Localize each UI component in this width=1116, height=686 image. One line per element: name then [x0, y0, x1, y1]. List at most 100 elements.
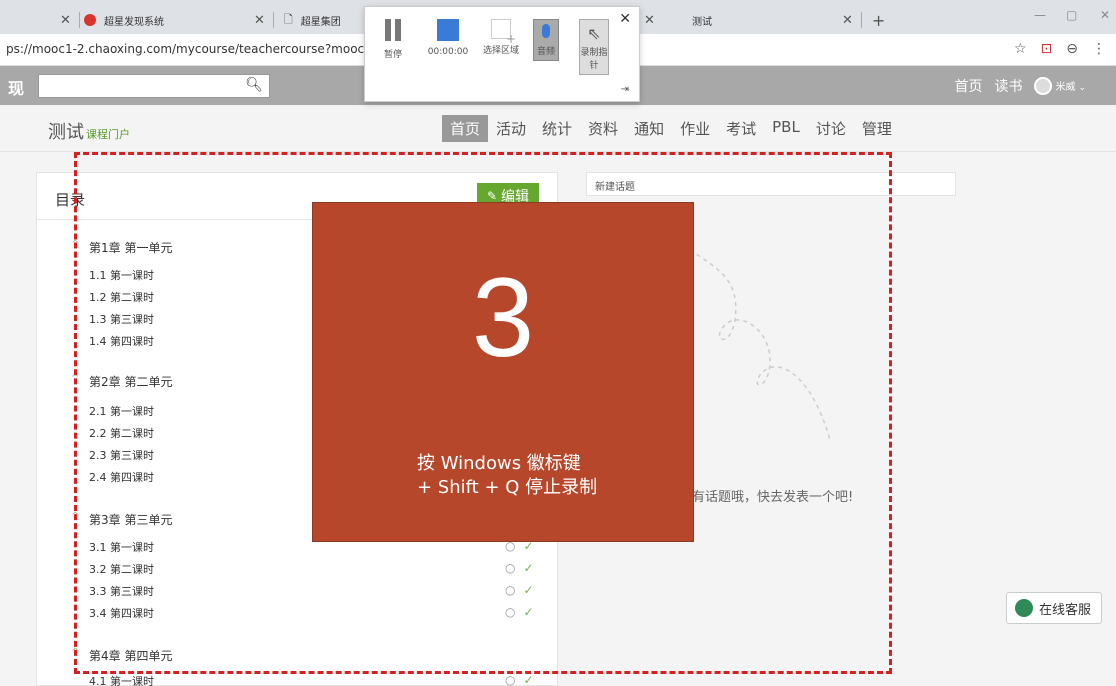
- lesson-2-4[interactable]: 2.4 第四课时: [89, 469, 154, 485]
- screen: ✕ 超星发现系统 ✕ 🗋 超星集团 ✕ 测试 ✕ + — ▢ ✕ ps://mo…: [0, 0, 1116, 686]
- url-text[interactable]: ps://mooc1-2.chaoxing.com/mycourse/teach…: [6, 42, 393, 56]
- tab-test-close[interactable]: ✕ +: [842, 6, 885, 34]
- close-icon[interactable]: ✕: [60, 13, 71, 28]
- chevron-down-icon: ⌄: [1078, 83, 1086, 93]
- chapter-title: 第1章 第一单元: [89, 241, 173, 255]
- region-label: 选择区域: [483, 46, 520, 56]
- stop-hint-line-1: 按 Windows 徽标键: [417, 453, 581, 474]
- pause-button[interactable]: 暂停: [377, 19, 409, 60]
- record-pointer-toggle[interactable]: ⇖ 录制指针: [579, 19, 609, 75]
- nav-reading[interactable]: 读书: [994, 76, 1022, 96]
- avatar: [1034, 77, 1053, 95]
- tab-notices[interactable]: 通知: [626, 115, 672, 142]
- circle-icon: ○: [505, 605, 516, 619]
- course-portal-label: 课程门户: [86, 128, 130, 141]
- course-tabs: 首页 活动 统计 资料 通知 作业 考试 PBL 讨论 管理: [442, 115, 900, 142]
- online-service-button[interactable]: 在线客服: [1006, 592, 1102, 624]
- tab-exams[interactable]: 考试: [718, 115, 764, 142]
- pause-icon: [385, 19, 401, 41]
- stop-button[interactable]: 00:00:00: [423, 19, 473, 57]
- tab-statistics[interactable]: 统计: [534, 115, 580, 142]
- collapse-caret-icon[interactable]: ^: [71, 373, 79, 384]
- extension-icon[interactable]: ⊡: [1041, 41, 1053, 57]
- audio-label: 音频: [536, 47, 555, 57]
- menu-icon[interactable]: ⋮: [1092, 41, 1106, 57]
- nav-home[interactable]: 首页: [954, 76, 982, 96]
- audio-toggle[interactable]: 音频: [533, 19, 559, 61]
- maximize-icon[interactable]: ▢: [1066, 8, 1077, 22]
- bookmark-star-icon[interactable]: ☆: [1014, 41, 1027, 57]
- lesson-3-3[interactable]: 3.3 第三课时: [89, 583, 154, 599]
- countdown-overlay: 3 按 Windows 徽标键 + Shift + Q 停止录制: [312, 202, 694, 542]
- minimize-icon[interactable]: —: [1034, 8, 1046, 22]
- lesson-3-1[interactable]: 3.1 第一课时: [89, 539, 154, 555]
- pointer-label: 录制指针: [580, 48, 608, 71]
- close-icon[interactable]: ✕: [644, 13, 655, 28]
- collapse-caret-icon[interactable]: ^: [71, 511, 79, 522]
- new-topic-input[interactable]: 新建话题: [586, 172, 956, 196]
- lesson-4-1[interactable]: 4.1 第一课时: [89, 673, 154, 686]
- lesson-1-4[interactable]: 1.4 第四课时: [89, 333, 154, 349]
- microphone-icon: [542, 24, 550, 38]
- circle-icon: ○: [505, 583, 516, 597]
- chapter-4[interactable]: ^ 第4章 第四单元: [71, 647, 172, 664]
- countdown-number: 3: [471, 255, 535, 380]
- tab-home[interactable]: 首页: [442, 115, 489, 142]
- recorder-close-icon[interactable]: ✕: [619, 11, 631, 27]
- empty-state-illustration: [689, 249, 831, 441]
- tab-prev[interactable]: ✕: [0, 6, 90, 34]
- pause-label: 暂停: [383, 50, 402, 60]
- user-name: 米威: [1055, 82, 1076, 93]
- collapse-caret-icon[interactable]: ^: [71, 239, 79, 250]
- tab-chaoxing-discovery[interactable]: 超星发现系统: [84, 6, 164, 34]
- lesson-2-3[interactable]: 2.3 第三课时: [89, 447, 154, 463]
- new-tab-icon[interactable]: +: [872, 11, 885, 30]
- tab-chaoxing-group[interactable]: ✕ 🗋 超星集团: [254, 6, 341, 34]
- lesson-3-4[interactable]: 3.4 第四课时: [89, 605, 154, 621]
- close-icon[interactable]: ✕: [254, 13, 265, 28]
- tab-separator: [860, 12, 862, 28]
- lesson-2-1[interactable]: 2.1 第一课时: [89, 403, 154, 419]
- recording-time: 00:00:00: [427, 47, 469, 57]
- tab-homework[interactable]: 作业: [672, 115, 718, 142]
- tab-materials[interactable]: 资料: [580, 115, 626, 142]
- lesson-1-3[interactable]: 1.3 第三课时: [89, 311, 154, 327]
- circle-icon: ○: [505, 673, 516, 686]
- chapter-3[interactable]: ^ 第3章 第三单元: [71, 511, 172, 528]
- empty-topics-message: 有话题哦，快去发表一个吧!: [692, 490, 854, 505]
- lesson-2-2[interactable]: 2.2 第二课时: [89, 425, 154, 441]
- pencil-icon: ✎: [486, 189, 498, 203]
- tab-activity[interactable]: 活动: [488, 115, 534, 142]
- directory-title: 目录: [55, 191, 86, 209]
- screen-recorder-toolbar: 暂停 00:00:00 选择区域 音频 ⇖ 录制指针 ✕ ⇥: [364, 6, 640, 102]
- chapter-1[interactable]: ^ 第1章 第一单元: [71, 239, 173, 256]
- tab-pbl[interactable]: PBL: [764, 115, 808, 142]
- close-icon[interactable]: ✕: [842, 13, 853, 28]
- lesson-1-1[interactable]: 1.1 第一课时: [89, 267, 154, 283]
- tab-label: 超星发现系统: [104, 16, 164, 28]
- select-region-button[interactable]: 选择区域: [483, 19, 519, 56]
- collapse-caret-icon[interactable]: ^: [71, 647, 79, 658]
- tab-discussion[interactable]: 讨论: [808, 115, 854, 142]
- tab-label: 测试: [692, 16, 712, 28]
- lesson-1-2[interactable]: 1.2 第二课时: [89, 289, 154, 305]
- tab-separator: [272, 12, 274, 28]
- chapter-2[interactable]: ^ 第2章 第二单元: [71, 373, 172, 390]
- search-icon[interactable]: 🔍︎: [245, 77, 263, 93]
- tab-prev-close[interactable]: ✕: [644, 6, 663, 34]
- lesson-3-2[interactable]: 3.2 第二课时: [89, 561, 154, 577]
- tab-test[interactable]: 测试: [692, 6, 712, 34]
- site-logo[interactable]: 现: [8, 75, 24, 99]
- course-name: 测试: [48, 122, 84, 143]
- window-close-icon[interactable]: ✕: [1100, 8, 1110, 22]
- circle-icon: ○: [505, 561, 516, 575]
- check-icon: ✓: [523, 583, 534, 597]
- user-menu[interactable]: 米威 ⌄: [1034, 77, 1086, 95]
- site-search-input[interactable]: 🔍︎: [38, 74, 270, 98]
- stop-icon: [437, 19, 459, 41]
- account-icon[interactable]: ⊖: [1066, 41, 1078, 57]
- service-label: 在线客服: [1039, 602, 1092, 618]
- course-title[interactable]: 测试 课程门户: [48, 118, 130, 144]
- pin-icon[interactable]: ⇥: [621, 84, 629, 95]
- tab-manage[interactable]: 管理: [854, 115, 900, 142]
